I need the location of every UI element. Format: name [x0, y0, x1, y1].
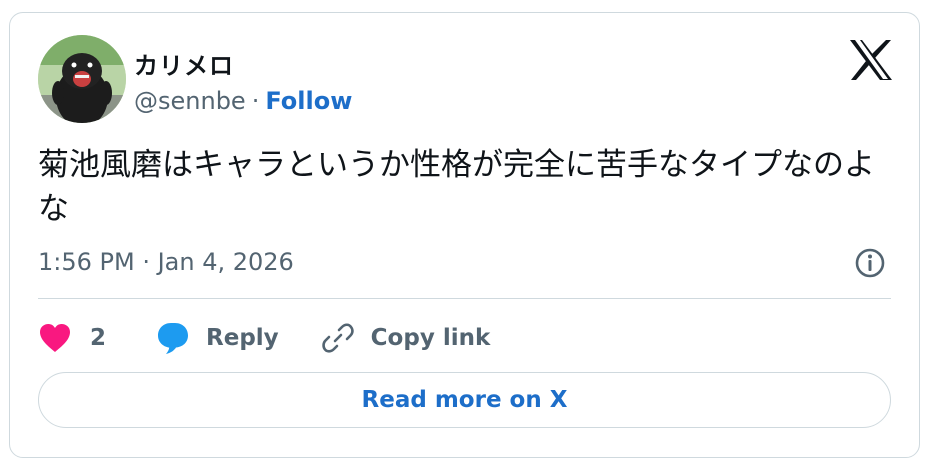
- like-button[interactable]: 2: [38, 322, 106, 354]
- author-meta: @sennbe · Follow: [134, 87, 352, 115]
- avatar[interactable]: [38, 35, 126, 123]
- info-icon[interactable]: [854, 247, 886, 279]
- heart-icon: [40, 324, 70, 352]
- author-handle[interactable]: @sennbe: [134, 87, 246, 115]
- tweet-embed-card: カリメロ @sennbe · Follow 菊池風磨はキャラというか性格が完全に苦手…: [9, 12, 920, 458]
- x-logo-icon[interactable]: [848, 39, 894, 81]
- speech-bubble-icon: [158, 323, 189, 354]
- tweet-timestamp[interactable]: 1:56 PM · Jan 4, 2026: [38, 248, 294, 276]
- tweet-text: 菊池風磨はキャラというか性格が完全に苦手なタイプなのよな: [38, 147, 875, 227]
- like-count: 2: [90, 325, 107, 351]
- link-icon: [321, 323, 354, 353]
- reply-label: Reply: [206, 325, 279, 351]
- separator-dot: ·: [251, 87, 260, 115]
- copy-link-label: Copy link: [370, 325, 491, 351]
- action-bar: 2 Reply Copy link: [38, 316, 490, 360]
- avatar-image: [38, 35, 126, 123]
- author-name[interactable]: カリメロ: [134, 46, 234, 81]
- copy-link-button[interactable]: Copy link: [321, 321, 491, 355]
- read-more-button[interactable]: Read more on X: [38, 372, 891, 428]
- divider: [38, 298, 891, 299]
- reply-button[interactable]: Reply: [156, 321, 279, 355]
- follow-button[interactable]: Follow: [265, 87, 352, 115]
